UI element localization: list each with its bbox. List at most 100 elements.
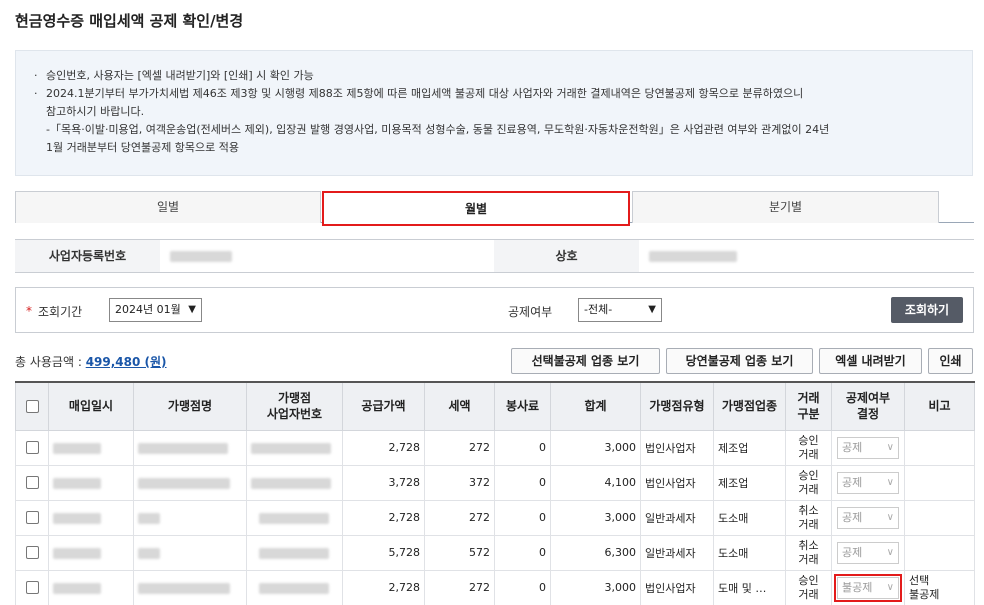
row-checkbox[interactable]	[25, 511, 39, 525]
deduct-row-value: 공제	[842, 475, 863, 489]
row-select-cell	[15, 499, 49, 536]
col-tax: 세액	[424, 381, 495, 431]
select-all-cell	[15, 381, 49, 431]
select-all-checkbox[interactable]	[25, 400, 39, 414]
deduct-cell: 공제 ∨	[831, 534, 905, 571]
trade-type-line1: 취소	[798, 503, 819, 517]
trade-type-line2: 거래	[798, 447, 819, 461]
trade-type-cell: 승인 거래	[785, 569, 832, 605]
trade-type-line1: 승인	[798, 433, 819, 447]
tax-cell: 272	[424, 499, 495, 536]
tab-day[interactable]: 일별	[15, 191, 321, 223]
deduct-cell: 공제 ∨	[831, 499, 905, 536]
notice-line: 승인번호, 사용자는 [엑셀 내려받기]와 [인쇄] 시 확인 가능	[46, 69, 314, 82]
excel-download-button[interactable]: 엑셀 내려받기	[819, 348, 922, 374]
col-merchant-biz-no: 가맹점 사업자번호	[246, 381, 343, 431]
deduct-row-select[interactable]: 공제 ∨	[837, 471, 899, 494]
date-cell	[48, 429, 134, 466]
col-merchant-biz-no-line2: 사업자번호	[266, 407, 323, 422]
note-line2: 불공제	[909, 587, 940, 601]
deduct-row-select[interactable]: 공제 ∨	[837, 541, 899, 564]
chevron-down-icon: ∨	[886, 546, 894, 558]
page-title: 현금영수증 매입세액 공제 확인/변경	[15, 12, 244, 30]
notice-line: 1월 거래분부터 당연불공제 항목으로 적용	[46, 141, 240, 154]
tip-cell: 0	[494, 569, 551, 605]
col-merchant-biz-no-line1: 가맹점	[277, 391, 312, 406]
tip-cell: 0	[494, 534, 551, 571]
biz-no-value	[160, 240, 494, 272]
total-cell: 3,000	[550, 429, 641, 466]
chevron-down-icon: ∨	[886, 511, 894, 523]
merchant-cell	[133, 429, 247, 466]
trade-type-cell: 취소 거래	[785, 499, 832, 536]
total-label: 총 사용금액 :	[15, 355, 82, 369]
period-tabs: 일별 월별 분기별	[15, 191, 974, 226]
trade-type-line2: 거래	[798, 587, 819, 601]
trade-type-line1: 승인	[798, 573, 819, 587]
date-cell	[48, 534, 134, 571]
deduct-row-select[interactable]: 공제 ∨	[837, 506, 899, 529]
tab-month[interactable]: 월별	[322, 191, 630, 226]
col-note: 비고	[904, 381, 975, 431]
tip-cell: 0	[494, 464, 551, 501]
trade-type-line1: 승인	[798, 468, 819, 482]
table-header-row: 매입일시 가맹점명 가맹점 사업자번호 공급가액 세액 봉사료 합계 가맹점유형 …	[15, 381, 975, 431]
row-checkbox[interactable]	[25, 441, 39, 455]
col-deduct: 공제여부 결정	[831, 381, 905, 431]
search-box: * 조회기간 2024년 01월 ▼ 공제여부 -전체- ▼ 조회하기	[15, 287, 974, 333]
trade-type-cell: 승인 거래	[785, 464, 832, 501]
bullet: ·	[34, 69, 38, 82]
note-cell	[904, 429, 975, 466]
date-cell	[48, 464, 134, 501]
merchant-type-cell: 법인사업자	[640, 569, 714, 605]
merchant-biz-no-cell	[246, 464, 343, 501]
note-cell: 선택 불공제	[904, 569, 975, 605]
tax-cell: 272	[424, 569, 495, 605]
query-button[interactable]: 조회하기	[891, 297, 963, 323]
merchant-cell	[133, 534, 247, 571]
trade-type-line2: 거래	[798, 552, 819, 566]
chevron-down-icon: ∨	[886, 441, 894, 453]
row-checkbox[interactable]	[25, 581, 39, 595]
row-checkbox[interactable]	[25, 546, 39, 560]
table-row: 2,728 272 0 3,000 일반과세자 도소매 취소 거래 공제 ∨	[15, 499, 975, 536]
biz-no-label: 사업자등록번호	[15, 240, 160, 272]
col-deduct-line1: 공제여부	[845, 391, 891, 406]
selected-nondeduct-button[interactable]: 선택불공제 업종 보기	[511, 348, 660, 374]
col-merchant-type: 가맹점유형	[640, 381, 714, 431]
auto-nondeduct-button[interactable]: 당연불공제 업종 보기	[666, 348, 813, 374]
merchant-cell	[133, 464, 247, 501]
trade-type-line2: 거래	[798, 482, 819, 496]
row-checkbox[interactable]	[25, 476, 39, 490]
total-amount: 총 사용금액 : 499,480 (원)	[15, 353, 167, 370]
transactions-table: 매입일시 가맹점명 가맹점 사업자번호 공급가액 세액 봉사료 합계 가맹점유형 …	[15, 381, 975, 605]
deduct-select-value: -전체-	[584, 303, 613, 316]
merchant-biz-no-cell	[246, 569, 343, 605]
col-total: 합계	[550, 381, 641, 431]
trade-type-cell: 취소 거래	[785, 534, 832, 571]
deduct-row-select[interactable]: 공제 ∨	[837, 436, 899, 459]
deduct-row-value: 공제	[842, 545, 863, 559]
bullet: ·	[34, 87, 38, 100]
period-select[interactable]: 2024년 01월 ▼	[109, 298, 202, 322]
print-button[interactable]: 인쇄	[928, 348, 973, 374]
col-supply: 공급가액	[342, 381, 425, 431]
chevron-down-icon: ∨	[886, 581, 894, 593]
total-cell: 3,000	[550, 569, 641, 605]
col-merchant: 가맹점명	[133, 381, 247, 431]
tip-cell: 0	[494, 429, 551, 466]
note-cell	[904, 499, 975, 536]
deduct-select[interactable]: -전체- ▼	[578, 298, 662, 322]
deduct-row-value: 불공제	[842, 580, 873, 594]
merchant-type-cell: 법인사업자	[640, 429, 714, 466]
tax-cell: 372	[424, 464, 495, 501]
chevron-down-icon: ∨	[886, 476, 894, 488]
table-row: 5,728 572 0 6,300 일반과세자 도소매 취소 거래 공제 ∨	[15, 534, 975, 571]
tab-quarter[interactable]: 분기별	[632, 191, 939, 223]
trade-type-line2: 거래	[798, 517, 819, 531]
deduct-cell: 공제 ∨	[831, 429, 905, 466]
total-amount-link[interactable]: 499,480 (원)	[86, 355, 167, 369]
deduct-row-select[interactable]: 불공제 ∨	[834, 573, 902, 602]
trade-type-cell: 승인 거래	[785, 429, 832, 466]
notice-line: 참고하시기 바랍니다.	[46, 105, 145, 118]
